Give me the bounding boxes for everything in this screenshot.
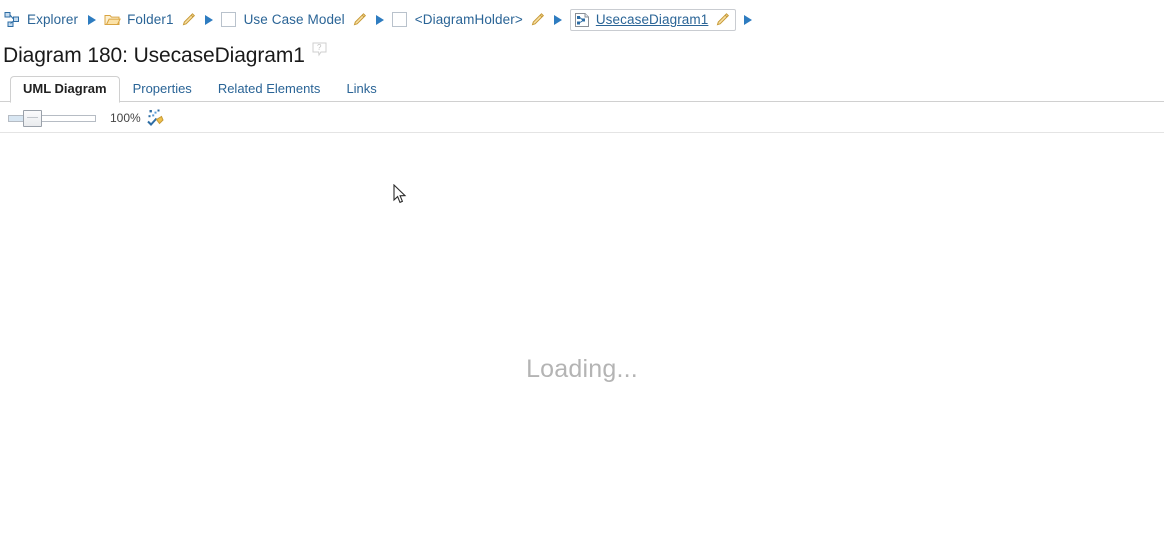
breadcrumb: Explorer Folder1 Use Case Model <Diagram… <box>0 0 1164 39</box>
loading-message: Loading... <box>526 355 638 383</box>
breadcrumb-label: UsecaseDiagram1 <box>595 12 709 27</box>
page-title: Diagram 180: UsecaseDiagram1 <box>3 43 305 67</box>
blank-square-icon <box>220 12 236 27</box>
pencil-edit-icon[interactable] <box>352 12 367 27</box>
pencil-edit-icon[interactable] <box>181 12 196 27</box>
breadcrumb-item-diagram-holder[interactable]: <DiagramHolder> <box>391 9 546 31</box>
fit-to-window-magic-icon[interactable] <box>146 109 164 126</box>
breadcrumb-label: Use Case Model <box>243 12 345 27</box>
breadcrumb-separator-icon <box>741 11 755 29</box>
pencil-edit-icon[interactable] <box>530 12 545 27</box>
zoom-level-label: 100% <box>110 110 141 125</box>
breadcrumb-label: Folder1 <box>127 12 174 27</box>
breadcrumb-item-usecasediagram1[interactable]: UsecaseDiagram1 <box>569 8 737 31</box>
tab-related-elements[interactable]: Related Elements <box>205 77 334 102</box>
breadcrumb-item-folder1[interactable]: Folder1 <box>104 9 196 31</box>
tab-properties[interactable]: Properties <box>120 77 205 102</box>
breadcrumb-item-use-case-model[interactable]: Use Case Model <box>220 9 368 31</box>
zoom-slider[interactable] <box>8 109 96 127</box>
explorer-network-icon <box>4 11 21 28</box>
tab-label: Properties <box>132 81 192 96</box>
breadcrumb-label: <DiagramHolder> <box>414 12 523 27</box>
page-title-row: Diagram 180: UsecaseDiagram1 ? <box>0 39 1164 71</box>
tab-uml-diagram[interactable]: UML Diagram <box>10 76 120 103</box>
tab-label: Related Elements <box>217 81 321 96</box>
diagram-toolbar: 100% <box>0 102 1164 133</box>
mouse-pointer-arrow <box>393 183 407 205</box>
tab-label: Links <box>346 81 377 96</box>
tab-links[interactable]: Links <box>333 77 389 102</box>
diagram-canvas[interactable]: Loading... <box>0 133 1164 541</box>
breadcrumb-separator-icon <box>551 11 565 29</box>
breadcrumb-item-explorer[interactable]: Explorer <box>4 9 80 31</box>
open-folder-icon <box>104 12 121 27</box>
tab-label: UML Diagram <box>23 81 107 96</box>
usecase-diagram-icon <box>574 12 590 28</box>
breadcrumb-separator-icon <box>202 11 216 29</box>
breadcrumb-separator-icon <box>373 11 387 29</box>
breadcrumb-label: Explorer <box>27 12 79 27</box>
breadcrumb-separator-icon <box>85 11 99 29</box>
svg-text:?: ? <box>317 43 322 52</box>
zoom-slider-handle[interactable] <box>23 109 42 127</box>
tab-bar: UML Diagram Properties Related Elements … <box>0 74 1164 103</box>
pencil-edit-icon[interactable] <box>715 12 730 27</box>
blank-square-icon <box>391 12 407 27</box>
help-question-bubble-icon[interactable]: ? <box>312 42 327 62</box>
